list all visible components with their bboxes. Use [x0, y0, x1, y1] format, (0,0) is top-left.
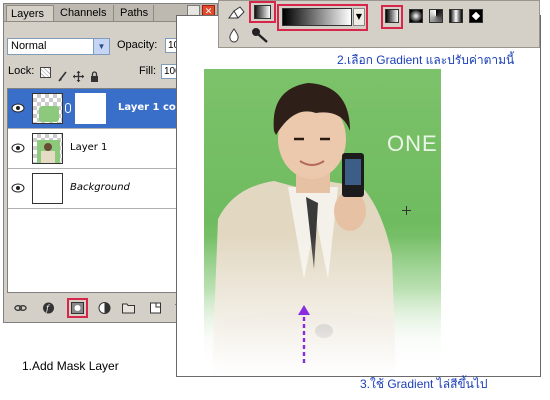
eye-icon[interactable]	[11, 182, 25, 194]
arrow-up-icon	[298, 305, 310, 363]
photo-area	[204, 69, 441, 374]
eraser-icon[interactable]	[228, 6, 245, 19]
lock-all-icon[interactable]	[89, 67, 100, 82]
chain-link-icon[interactable]	[65, 103, 71, 113]
blend-mode-select[interactable]: Normal ▼	[7, 38, 110, 55]
linear-gradient-icon[interactable]	[385, 9, 399, 23]
layer-style-icon[interactable]: f	[42, 302, 55, 314]
lock-transparency-icon[interactable]	[40, 67, 51, 78]
step2-label: 2.เลือก Gradient และปรับค่าตามนี้	[337, 53, 515, 67]
layer-thumbnail	[32, 173, 63, 204]
step1-label: 1.Add Mask Layer	[22, 359, 119, 373]
photo-illustration	[204, 69, 441, 374]
tab-paths[interactable]: Paths	[116, 5, 154, 21]
add-mask-icon[interactable]	[71, 302, 84, 314]
crosshair-cursor-icon	[402, 200, 411, 215]
layer-name: Background	[70, 182, 130, 193]
eye-icon[interactable]	[11, 142, 25, 154]
new-layer-icon[interactable]	[149, 302, 162, 314]
gradient-preview[interactable]	[282, 8, 352, 26]
lock-paint-icon[interactable]	[57, 67, 68, 82]
adjustment-layer-icon[interactable]	[98, 302, 111, 314]
diamond-gradient-icon[interactable]	[469, 9, 483, 23]
opacity-label: Opacity:	[117, 39, 158, 51]
eye-icon[interactable]	[11, 102, 25, 114]
blur-drop-icon[interactable]	[228, 28, 240, 43]
angle-gradient-icon[interactable]	[429, 9, 443, 23]
tab-layers[interactable]: Layers	[6, 5, 54, 21]
group-folder-icon[interactable]	[122, 302, 135, 314]
step3-label: 3.ใช้ Gradient ไล่สีขึ้นไป	[360, 377, 488, 391]
blend-mode-value: Normal	[11, 40, 47, 52]
reflected-gradient-icon[interactable]	[449, 9, 463, 23]
radial-gradient-icon[interactable]	[409, 9, 423, 23]
link-layers-icon[interactable]	[14, 302, 27, 314]
layer-name: Layer 1	[70, 142, 108, 153]
lock-move-icon[interactable]	[73, 67, 84, 82]
dodge-icon[interactable]	[251, 27, 269, 43]
gradient-tool-icon[interactable]	[254, 5, 271, 19]
gradient-dropdown-arrow[interactable]: ▼	[353, 8, 365, 26]
brand-text: ONE	[387, 131, 438, 156]
tab-channels[interactable]: Channels	[56, 5, 114, 21]
gradient-options-toolbar: ▼	[218, 0, 540, 48]
layer-thumbnail	[32, 93, 63, 124]
lock-label: Lock:	[8, 65, 35, 77]
layer-mask-thumbnail[interactable]	[75, 93, 106, 124]
fill-label: Fill:	[139, 65, 157, 77]
chevron-down-icon[interactable]: ▼	[93, 39, 109, 54]
layer-thumbnail	[32, 133, 63, 164]
